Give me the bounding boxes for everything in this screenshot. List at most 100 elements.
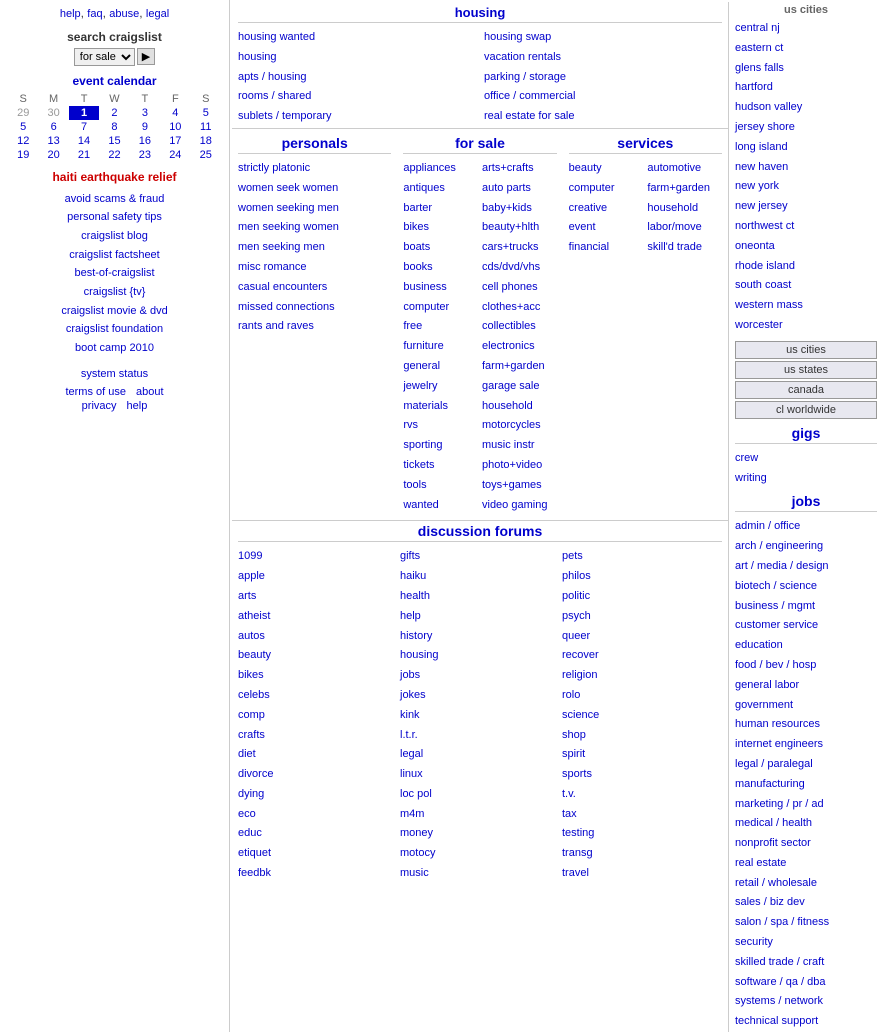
manufacturing-link[interactable]: manufacturing (735, 778, 805, 790)
salon-spa-link[interactable]: salon / spa / fitness (735, 916, 829, 928)
cal-cell[interactable]: 11 (191, 120, 221, 134)
haiti-link[interactable]: haiti earthquake relief (52, 170, 176, 184)
materials-link[interactable]: materials (403, 400, 448, 412)
sales-biz-dev-link[interactable]: sales / biz dev (735, 896, 805, 908)
forum-educ[interactable]: educ (238, 827, 262, 839)
cal-cell[interactable]: 25 (191, 148, 221, 162)
cal-cell[interactable]: 23 (130, 148, 160, 162)
electronics-link[interactable]: electronics (482, 340, 535, 352)
forum-recover[interactable]: recover (562, 649, 599, 661)
cal-cell[interactable]: 9 (130, 120, 160, 134)
services-title-link[interactable]: services (617, 135, 673, 151)
admin-office-link[interactable]: admin / office (735, 520, 800, 532)
gigs-crew-link[interactable]: crew (735, 452, 758, 464)
forum-money[interactable]: money (400, 827, 433, 839)
legal-paralegal-link[interactable]: legal / paralegal (735, 758, 813, 770)
forum-science[interactable]: science (562, 709, 599, 721)
forum-beauty[interactable]: beauty (238, 649, 271, 661)
help-link[interactable]: help (60, 8, 81, 20)
forum-apple[interactable]: apple (238, 570, 265, 582)
forum-kink[interactable]: kink (400, 709, 420, 721)
system-status-link[interactable]: system status (81, 368, 148, 380)
motorcycles-link[interactable]: motorcycles (482, 419, 541, 431)
rvs-link[interactable]: rvs (403, 419, 418, 431)
computer-link[interactable]: computer (403, 301, 449, 313)
region-south-coast[interactable]: south coast (735, 279, 791, 291)
forum-testing[interactable]: testing (562, 827, 594, 839)
forum-tax[interactable]: tax (562, 808, 577, 820)
forum-music[interactable]: music (400, 867, 429, 879)
region-oneonta[interactable]: oneonta (735, 240, 775, 252)
barter-link[interactable]: barter (403, 202, 432, 214)
forum-1099[interactable]: 1099 (238, 550, 262, 562)
calendar-title[interactable]: event calendar (8, 74, 221, 88)
strictly-platonic-link[interactable]: strictly platonic (238, 162, 310, 174)
internet-engineers-link[interactable]: internet engineers (735, 738, 823, 750)
rants-raves-link[interactable]: rants and raves (238, 320, 314, 332)
biotech-science-link[interactable]: biotech / science (735, 580, 817, 592)
forum-atheist[interactable]: atheist (238, 610, 270, 622)
forum-pets[interactable]: pets (562, 550, 583, 562)
business-link[interactable]: business (403, 281, 446, 293)
misc-romance-link[interactable]: misc romance (238, 261, 306, 273)
forum-diet[interactable]: diet (238, 748, 256, 760)
forum-autos[interactable]: autos (238, 630, 265, 642)
help-bottom-link[interactable]: help (127, 400, 148, 412)
retail-wholesale-link[interactable]: retail / wholesale (735, 877, 817, 889)
cal-cell[interactable]: 5 (8, 120, 38, 134)
cds-link[interactable]: cds/dvd/vhs (482, 261, 540, 273)
household-link[interactable]: household (482, 400, 533, 412)
gigs-title-link[interactable]: gigs (792, 425, 821, 441)
women-seek-women-link[interactable]: women seek women (238, 182, 338, 194)
cal-cell[interactable]: 16 (130, 134, 160, 148)
foundation-link[interactable]: craigslist foundation (8, 320, 221, 339)
cal-cell[interactable]: 15 (99, 134, 129, 148)
cal-cell[interactable]: 2 (99, 106, 129, 120)
region-glens-falls[interactable]: glens falls (735, 62, 784, 74)
books-link[interactable]: books (403, 261, 432, 273)
region-new-york[interactable]: new york (735, 180, 779, 192)
tickets-link[interactable]: tickets (403, 459, 434, 471)
region-long-island[interactable]: long island (735, 141, 788, 153)
forum-motocy[interactable]: motocy (400, 847, 435, 859)
baby-kids-link[interactable]: baby+kids (482, 202, 532, 214)
cl-worldwide-btn[interactable]: cl worldwide (735, 401, 877, 419)
forum-celebs[interactable]: celebs (238, 689, 270, 701)
garage-sale-link[interactable]: garage sale (482, 380, 540, 392)
general-link[interactable]: general (403, 360, 440, 372)
terms-link[interactable]: terms of use (65, 386, 126, 398)
abuse-link[interactable]: abuse (109, 8, 139, 20)
region-hartford[interactable]: hartford (735, 81, 773, 93)
labor-move-link[interactable]: labor/move (647, 221, 701, 233)
us-states-btn[interactable]: us states (735, 361, 877, 379)
office-link[interactable]: office / commercial (484, 90, 576, 102)
real-estate-link[interactable]: real estate for sale (484, 110, 575, 122)
government-link[interactable]: government (735, 699, 793, 711)
forum-help[interactable]: help (400, 610, 421, 622)
cal-cell[interactable]: 29 (8, 106, 38, 120)
sublets-link[interactable]: sublets / temporary (238, 110, 332, 122)
forum-m4m[interactable]: m4m (400, 808, 424, 820)
tools-link[interactable]: tools (403, 479, 426, 491)
region-worcester[interactable]: worcester (735, 319, 783, 331)
forum-history[interactable]: history (400, 630, 432, 642)
cal-cell[interactable]: 12 (8, 134, 38, 148)
bikes-link[interactable]: bikes (403, 221, 429, 233)
cell-phones-link[interactable]: cell phones (482, 281, 538, 293)
cal-cell[interactable]: 6 (38, 120, 68, 134)
free-link[interactable]: free (403, 320, 422, 332)
forum-jokes[interactable]: jokes (400, 689, 426, 701)
canada-btn[interactable]: canada (735, 381, 877, 399)
cal-cell[interactable]: 24 (160, 148, 190, 162)
antiques-link[interactable]: antiques (403, 182, 445, 194)
software-qa-link[interactable]: software / qa / dba (735, 976, 826, 988)
forum-feedbk[interactable]: feedbk (238, 867, 271, 879)
medical-health-link[interactable]: medical / health (735, 817, 812, 829)
privacy-link[interactable]: privacy (82, 400, 117, 412)
cal-cell[interactable]: 13 (38, 134, 68, 148)
wanted-link[interactable]: wanted (403, 499, 438, 511)
forum-divorce[interactable]: divorce (238, 768, 273, 780)
forum-sports[interactable]: sports (562, 768, 592, 780)
parking-link[interactable]: parking / storage (484, 71, 566, 83)
beauty-hlth-link[interactable]: beauty+hlth (482, 221, 539, 233)
